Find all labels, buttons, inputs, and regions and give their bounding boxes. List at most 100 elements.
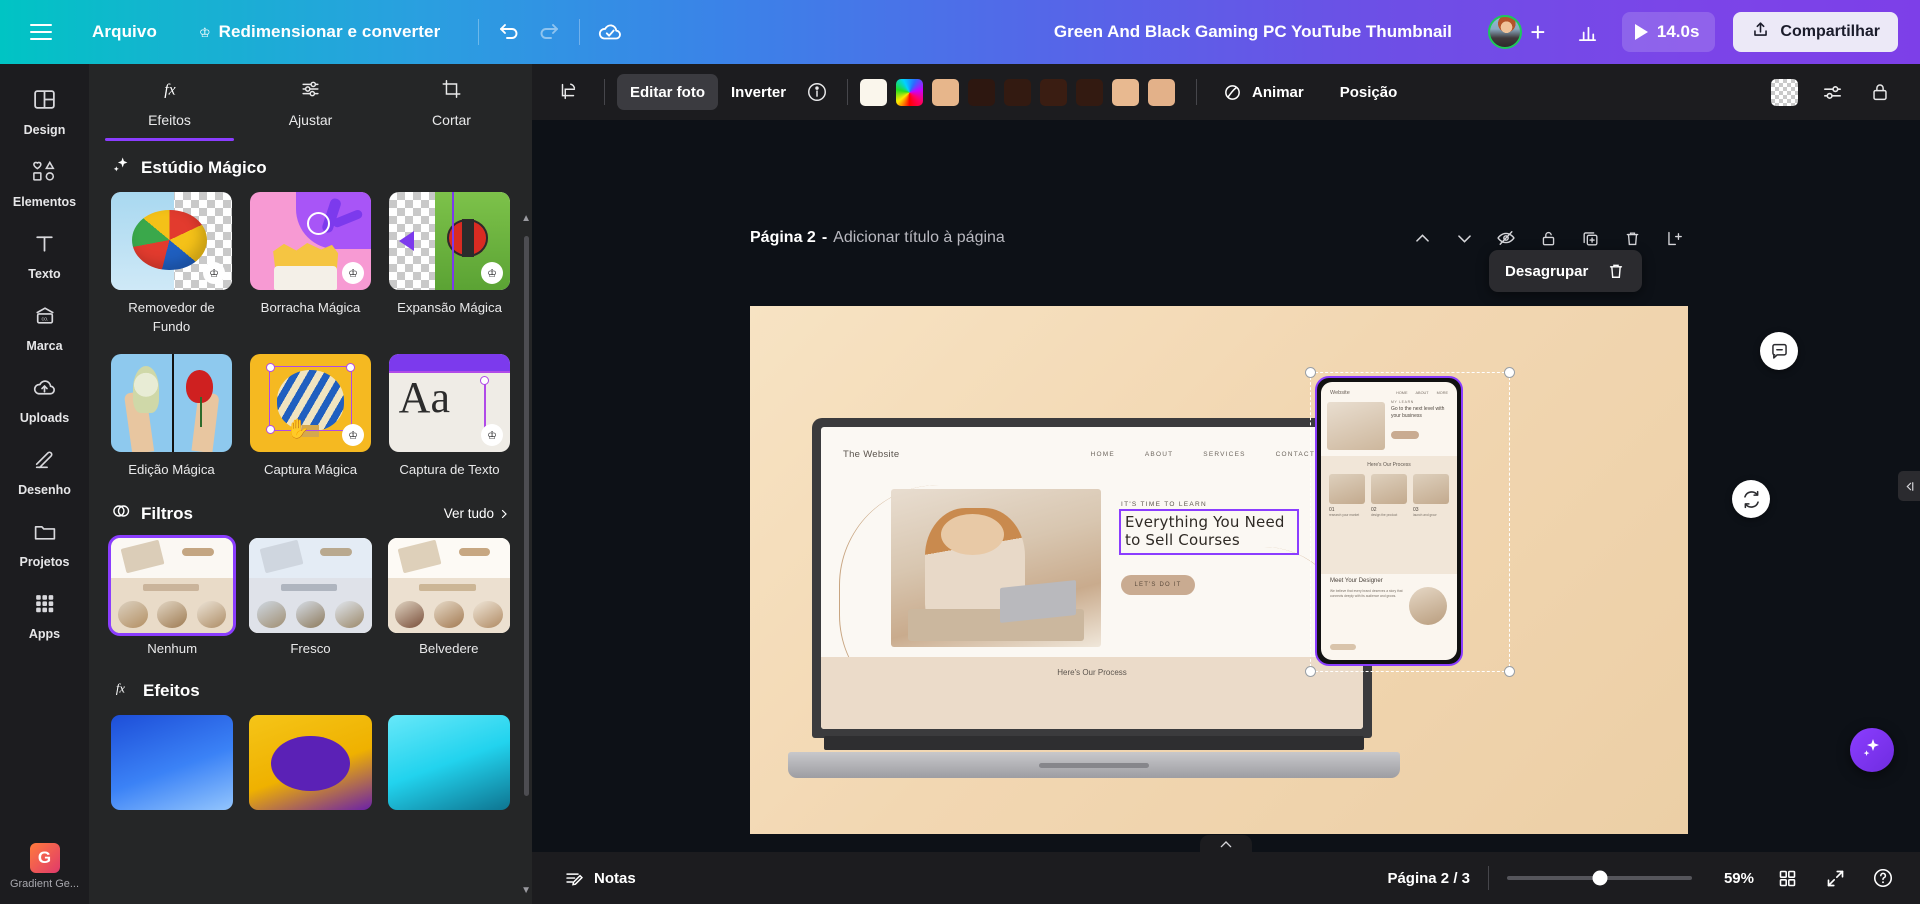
magic-ai-button[interactable] (1850, 728, 1894, 772)
fullscreen-icon[interactable] (1820, 863, 1850, 893)
scroll-up-arrow-icon[interactable]: ▲ (521, 213, 531, 224)
context-menu-ungroup[interactable]: Desagrupar (1489, 250, 1643, 292)
grid-view-icon[interactable] (1772, 863, 1802, 893)
expand-panel-button[interactable] (1200, 835, 1252, 853)
color-swatch-rainbow[interactable] (896, 78, 924, 106)
trash-icon[interactable] (1618, 224, 1646, 252)
sidebar-item-marca[interactable]: co. Marca (6, 292, 83, 364)
preview-play-button[interactable]: 14.0s (1621, 12, 1716, 52)
filter-nenhum[interactable]: Nenhum (107, 535, 237, 656)
filters-grid: Nenhum Fresco Belvedere (107, 535, 510, 657)
duplicate-icon[interactable] (1576, 224, 1604, 252)
resize-convert-label: Redimensionar e converter (218, 22, 441, 41)
avatar[interactable] (1487, 15, 1522, 49)
trash-icon[interactable] (1602, 257, 1630, 285)
resize-handle-bottom-left[interactable] (1305, 666, 1316, 677)
page-title-input[interactable]: Adicionar título à página (833, 229, 1005, 247)
tab-cortar[interactable]: Cortar (381, 64, 522, 141)
filter-fresco[interactable]: Fresco (249, 538, 372, 657)
filter-label: Fresco (290, 641, 331, 657)
collapse-panel-icon[interactable] (1898, 471, 1920, 501)
panel-scrollbar[interactable] (524, 236, 529, 796)
color-swatch-0[interactable] (860, 78, 888, 106)
zoom-slider[interactable] (1507, 870, 1692, 886)
chevron-up-icon[interactable] (1408, 224, 1436, 252)
magic-tool-magic-edit[interactable]: Edição Mágica (111, 354, 232, 479)
file-menu-button[interactable]: Arquivo (80, 16, 169, 48)
notes-button[interactable]: Notas (554, 862, 646, 895)
lock-icon[interactable] (1534, 224, 1562, 252)
position-button[interactable]: Posição (1327, 74, 1411, 110)
help-icon[interactable] (1868, 863, 1898, 893)
scroll-down-arrow-icon[interactable]: ▼ (521, 885, 531, 896)
info-icon[interactable] (799, 74, 835, 110)
cloud-saved-icon[interactable] (590, 12, 630, 52)
apps-grid-icon (32, 591, 57, 621)
zoom-slider-knob[interactable] (1592, 870, 1607, 886)
tab-ajustar[interactable]: Ajustar (240, 64, 381, 141)
gradient-app-icon: G (29, 842, 60, 873)
sidebar-item-apps[interactable]: Apps (6, 580, 83, 652)
sidebar-item-uploads[interactable]: Uploads (6, 364, 83, 436)
color-swatch-4[interactable] (1004, 78, 1032, 106)
filter-belvedere[interactable]: Belvedere (387, 538, 510, 656)
bar-chart-icon[interactable] (1568, 12, 1608, 52)
bottom-divider (1488, 866, 1489, 890)
effect-thumb-3[interactable] (387, 715, 510, 811)
sidebar-item-elementos[interactable]: Elementos (6, 148, 83, 220)
color-swatch-3[interactable] (968, 78, 996, 106)
color-swatch-5[interactable] (1040, 78, 1068, 106)
tune-icon[interactable] (1814, 74, 1850, 110)
document-title[interactable]: Green And Black Gaming PC YouTube Thumbn… (1054, 22, 1452, 42)
color-swatch-6[interactable] (1076, 78, 1104, 106)
magic-tool-text-grab[interactable]: Aa ♔ Captura de Texto (389, 354, 510, 479)
chevron-down-icon[interactable] (1450, 224, 1478, 252)
resize-convert-button[interactable]: ♔ Redimensionar e converter (187, 16, 452, 48)
edit-photo-button[interactable]: Editar foto (617, 74, 718, 110)
resize-handle-bottom-right[interactable] (1504, 666, 1515, 677)
magic-tool-background-remover[interactable]: ♔ Removedor de Fundo (111, 192, 232, 336)
color-swatch-8[interactable] (1148, 78, 1176, 106)
color-swatch-7[interactable] (1112, 78, 1140, 106)
sidebar-item-gradient-generator[interactable]: G Gradient Ge... (6, 828, 83, 904)
invert-button[interactable]: Inverter (718, 74, 799, 110)
sidebar-item-desenho[interactable]: Desenho (6, 436, 83, 508)
sidebar-item-projetos[interactable]: Projetos (6, 508, 83, 580)
rotate-icon[interactable] (1732, 480, 1770, 518)
effect-thumb-1[interactable] (111, 715, 234, 811)
filters-see-all-button[interactable]: Ver tudo (444, 506, 510, 521)
animate-button[interactable]: Animar (1209, 74, 1317, 110)
plus-icon[interactable]: + (1522, 16, 1554, 48)
undo-icon[interactable] (489, 12, 529, 52)
laptop-mockup[interactable]: The Website HOME ABOUT SERVICES CONTACT (788, 418, 1400, 778)
sidebar-item-design[interactable]: Design (6, 76, 83, 148)
magic-tool-label: Borracha Mágica (260, 300, 361, 315)
lock-icon[interactable] (1862, 74, 1898, 110)
resize-handle-top-right[interactable] (1504, 367, 1515, 378)
sidebar-item-label: Texto (28, 267, 61, 281)
magic-tool-magic-expand[interactable]: ♔ Expansão Mágica (389, 192, 510, 336)
eye-off-icon[interactable] (1492, 224, 1520, 252)
selection-frame[interactable] (1305, 367, 1515, 677)
page-2-canvas[interactable]: The Website HOME ABOUT SERVICES CONTACT (750, 306, 1688, 834)
share-button[interactable]: Compartilhar (1733, 12, 1898, 52)
transparency-icon[interactable] (1771, 78, 1798, 106)
resize-handle-top-left[interactable] (1305, 367, 1316, 378)
zoom-value[interactable]: 59% (1710, 870, 1754, 887)
tab-efeitos[interactable]: fx Efeitos (99, 64, 240, 141)
selected-text-element[interactable]: Everything You Need to Sell Courses (1119, 509, 1299, 556)
header-divider-1 (478, 19, 480, 45)
crop-rotate-icon[interactable] (550, 74, 586, 110)
layout-icon (32, 87, 57, 117)
export-icon[interactable] (1660, 224, 1688, 252)
canvas-area[interactable]: Página 2 - Adicionar título à página The… (532, 120, 1920, 852)
hamburger-icon[interactable] (30, 24, 52, 40)
effect-thumb-2[interactable] (249, 715, 372, 811)
sidebar-item-texto[interactable]: Texto (6, 220, 83, 292)
color-swatch-2[interactable] (932, 78, 960, 106)
comment-icon[interactable] (1760, 332, 1798, 370)
thumbnail: ✋ ♔ (250, 354, 371, 453)
magic-tool-magic-grab[interactable]: ✋ ♔ Captura Mágica (250, 354, 371, 479)
magic-tool-magic-eraser[interactable]: ♔ Borracha Mágica (250, 192, 371, 336)
redo-icon[interactable] (529, 12, 569, 52)
